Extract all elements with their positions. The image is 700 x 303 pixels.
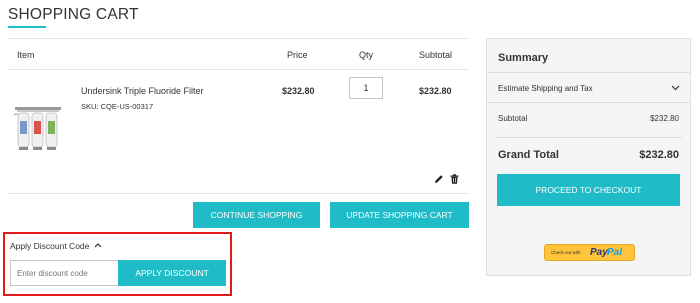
column-header-item: Item bbox=[17, 50, 35, 60]
summary-divider bbox=[496, 137, 682, 138]
discount-code-input[interactable] bbox=[10, 260, 118, 286]
product-image[interactable] bbox=[13, 103, 63, 153]
estimate-shipping-toggle[interactable]: Estimate Shipping and Tax bbox=[487, 72, 690, 103]
column-header-subtotal: Subtotal bbox=[419, 50, 453, 60]
cart-table-header: Item Price Qty Subtotal bbox=[8, 38, 469, 70]
paypal-prefix: Check out with bbox=[551, 250, 581, 255]
discount-code-section: Apply Discount Code APPLY DISCOUNT bbox=[3, 232, 232, 296]
product-name[interactable]: Undersink Triple Fluoride Filter bbox=[81, 86, 204, 96]
cart-item-divider bbox=[8, 193, 469, 194]
product-subtotal: $232.80 bbox=[419, 86, 452, 96]
pencil-icon[interactable] bbox=[434, 174, 444, 184]
summary-subtotal-value: $232.80 bbox=[650, 114, 679, 123]
apply-discount-button[interactable]: APPLY DISCOUNT bbox=[118, 260, 226, 286]
continue-shopping-button[interactable]: CONTINUE SHOPPING bbox=[193, 202, 320, 228]
column-header-price: Price bbox=[287, 50, 308, 60]
title-underline bbox=[8, 26, 46, 28]
proceed-to-checkout-button[interactable]: PROCEED TO CHECKOUT bbox=[497, 174, 680, 206]
summary-title: Summary bbox=[498, 52, 549, 64]
chevron-down-icon[interactable] bbox=[671, 85, 680, 91]
page-title: SHOPPING CART bbox=[8, 6, 139, 23]
grand-total-value: $232.80 bbox=[639, 149, 679, 161]
column-header-qty: Qty bbox=[359, 50, 374, 60]
product-price: $232.80 bbox=[282, 86, 315, 96]
quantity-input[interactable] bbox=[349, 77, 383, 99]
product-sku: SKU: CQE-US-00317 bbox=[81, 102, 154, 111]
update-cart-button[interactable]: UPDATE SHOPPING CART bbox=[330, 202, 469, 228]
paypal-logo-pay: Pay bbox=[590, 247, 608, 258]
paypal-checkout-button[interactable]: Check out with Pay Pal bbox=[544, 244, 635, 261]
order-summary-panel: Summary Estimate Shipping and Tax Subtot… bbox=[486, 38, 691, 276]
discount-toggle[interactable]: Apply Discount Code bbox=[10, 241, 89, 251]
chevron-up-icon[interactable] bbox=[94, 242, 102, 248]
summary-subtotal-label: Subtotal bbox=[498, 114, 528, 123]
paypal-logo-pal: Pal bbox=[607, 247, 623, 258]
grand-total-label: Grand Total bbox=[498, 149, 559, 161]
trash-icon[interactable] bbox=[450, 174, 459, 184]
estimate-shipping-label: Estimate Shipping and Tax bbox=[498, 84, 593, 93]
